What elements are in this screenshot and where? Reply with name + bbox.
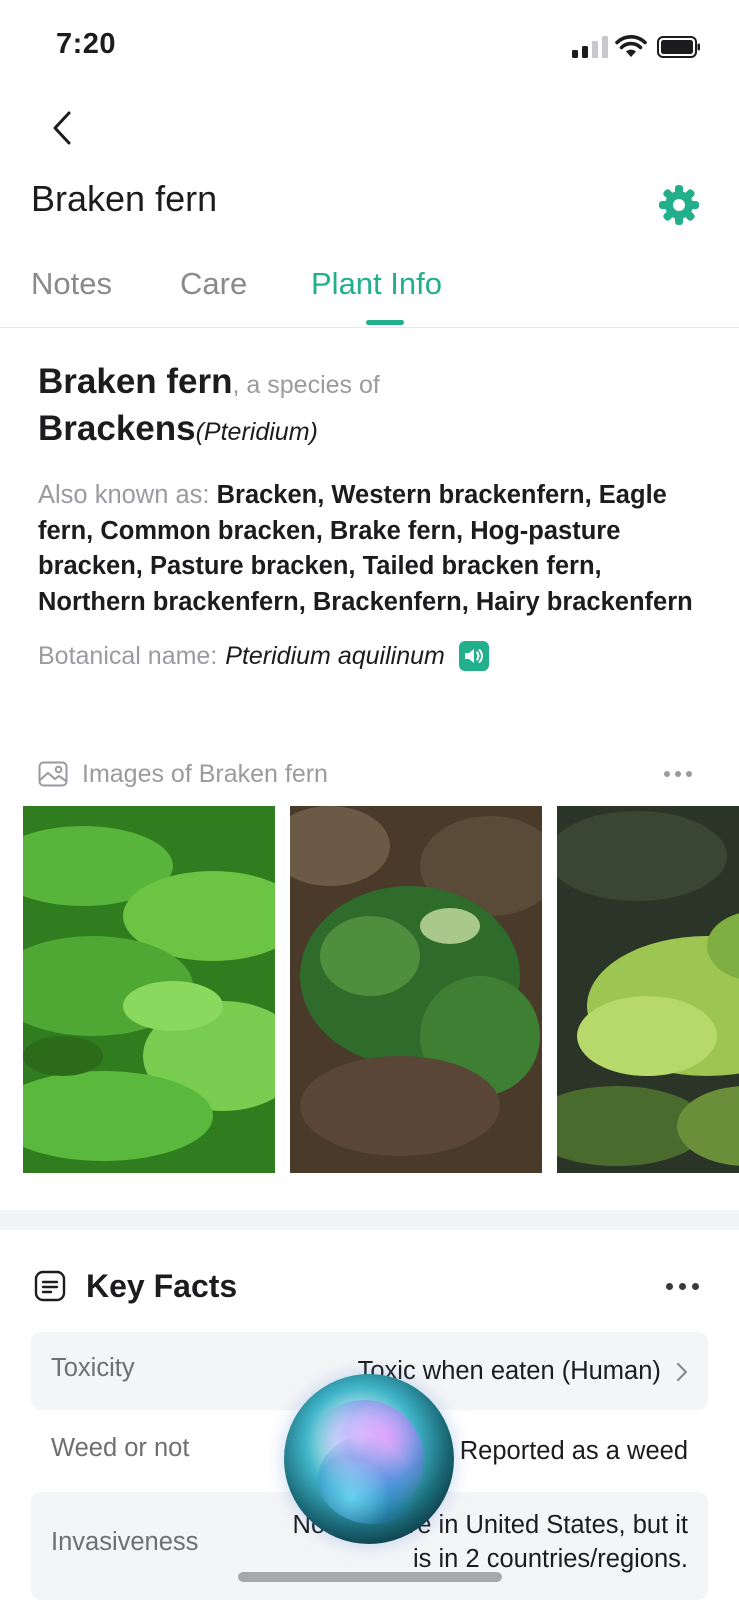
fact-label: Invasiveness	[51, 1528, 199, 1556]
genus-latin: (Pteridium)	[195, 418, 318, 446]
key-facts-header: Key Facts	[34, 1262, 704, 1310]
status-bar: 7:20	[0, 0, 739, 90]
images-more-button[interactable]	[658, 756, 698, 792]
images-label: Images of Braken fern	[82, 759, 328, 788]
section-divider	[0, 1210, 739, 1230]
active-tab-indicator	[366, 320, 404, 325]
genus-name: Brackens	[38, 409, 196, 448]
fern-photo-3[interactable]	[557, 806, 739, 1173]
aka-label: Also known as:	[38, 481, 210, 509]
botanical-name-row: Botanical name: Pteridium aquilinum	[38, 638, 698, 674]
invasiveness-line-2: is in 2 countries/regions.	[413, 1545, 688, 1573]
tab-notes[interactable]: Notes	[31, 266, 112, 302]
cellular-signal-icon	[572, 34, 608, 58]
also-known-as: Also known as: Bracken, Western brackenf…	[38, 478, 698, 620]
fact-value: Reported as a weed	[459, 1437, 688, 1465]
species-headline: Braken fern, a species of Brackens(Pteri…	[38, 360, 698, 454]
image-gallery[interactable]	[23, 806, 739, 1173]
gear-icon	[659, 185, 699, 225]
common-name: Braken fern	[38, 362, 233, 401]
botanical-name: Pteridium aquilinum	[225, 642, 445, 670]
chevron-right-icon	[676, 1363, 688, 1382]
fact-label: Weed or not	[51, 1434, 190, 1462]
tab-bar: Notes Care Plant Info	[0, 258, 739, 328]
fern-photo-1[interactable]	[23, 806, 275, 1173]
status-time: 7:20	[56, 28, 117, 60]
speaker-icon	[464, 649, 483, 663]
siri-orb[interactable]	[284, 1374, 454, 1544]
fact-label: Toxicity	[51, 1354, 135, 1382]
fern-photo-2[interactable]	[290, 806, 542, 1173]
wifi-icon	[615, 35, 647, 57]
key-facts-more-button[interactable]	[660, 1262, 704, 1310]
home-indicator[interactable]	[238, 1572, 502, 1582]
settings-button[interactable]	[656, 182, 702, 228]
key-facts-title: Key Facts	[86, 1267, 238, 1304]
botanical-label: Botanical name:	[38, 642, 218, 670]
tab-plant-info[interactable]: Plant Info	[311, 266, 442, 302]
notes-icon	[34, 1270, 66, 1302]
tab-care[interactable]: Care	[180, 266, 247, 302]
battery-icon	[657, 36, 700, 58]
chevron-left-icon	[53, 111, 71, 145]
plant-info-section: Braken fern, a species of Brackens(Pteri…	[38, 360, 698, 674]
page-title: Braken fern	[31, 178, 218, 219]
back-button[interactable]	[40, 104, 84, 152]
image-icon	[38, 761, 68, 787]
species-of-text: , a species of	[232, 371, 380, 399]
title-row: Braken fern	[0, 170, 739, 230]
pronounce-button[interactable]	[458, 641, 489, 671]
images-header: Images of Braken fern	[38, 756, 698, 792]
